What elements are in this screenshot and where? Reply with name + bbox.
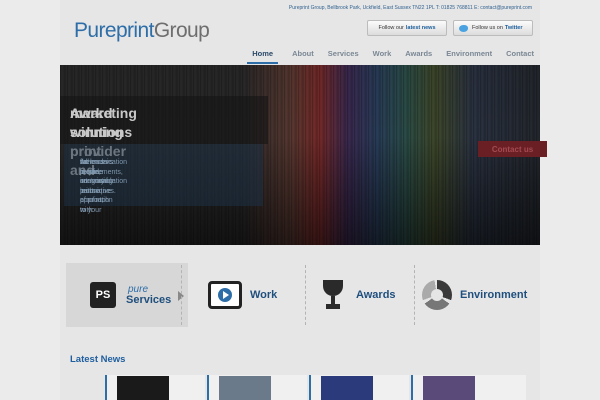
nav-home[interactable]: Home: [247, 49, 279, 64]
nav-awards[interactable]: Awards: [405, 49, 432, 64]
trophy-base: [326, 304, 340, 309]
twitter-button[interactable]: Follow us on Twitter: [453, 20, 533, 36]
twitter-bird-icon: [459, 24, 468, 32]
latest-news-heading: Latest News: [70, 354, 126, 365]
contact-us-button[interactable]: Contact us: [478, 141, 547, 157]
feature-services-label: pure Services: [126, 284, 171, 306]
feature-environment-label: Environment: [460, 289, 528, 301]
feature-awards-label: Awards: [356, 289, 396, 301]
nav-about[interactable]: About: [292, 49, 314, 64]
twitter-prefix: Follow us on: [472, 25, 503, 31]
trophy-stem: [331, 296, 335, 304]
hero-copy-line: full cross-media communication technique…: [80, 159, 128, 195]
hero-banner: Award winning print and marketing soluti…: [60, 65, 540, 245]
pure-services-icon: PS: [90, 282, 116, 308]
feature-divider: [181, 265, 182, 325]
nav-work[interactable]: Work: [373, 49, 392, 64]
twitter-bold: Twitter: [504, 25, 523, 31]
video-screen-icon: [208, 281, 242, 309]
news-item[interactable]: [105, 375, 205, 400]
news-item[interactable]: [207, 375, 307, 400]
feature-services[interactable]: PS pure Services: [66, 263, 188, 327]
feature-services-text: Services: [126, 294, 172, 306]
news-thumbnail: [117, 376, 169, 400]
nav-environment[interactable]: Environment: [446, 49, 492, 64]
nav-contact[interactable]: Contact: [506, 49, 534, 64]
feature-awards[interactable]: Awards: [318, 263, 418, 327]
latest-news-bold: latest news: [405, 25, 436, 31]
logo-secondary: Group: [153, 19, 210, 42]
page: PureprintGroup Pureprint Group, Bellbroo…: [60, 0, 547, 400]
play-icon: [218, 288, 232, 302]
hero-title-box: Award winning print and marketing soluti…: [60, 96, 268, 178]
feature-work-label: Work: [250, 289, 278, 301]
news-item[interactable]: [309, 375, 409, 400]
logo[interactable]: PureprintGroup: [74, 19, 210, 43]
feature-strip: PS pure Services Work Awards Environment: [60, 263, 540, 327]
hero-copy-box: As leaders in sustainable print producti…: [64, 144, 263, 214]
feature-divider: [305, 265, 306, 325]
feature-divider: [414, 265, 415, 325]
recycle-icon: [422, 280, 452, 310]
nav-services[interactable]: Services: [328, 49, 359, 64]
feature-environment[interactable]: Environment: [422, 263, 540, 327]
main-nav: Home About Services Work Awards Environm…: [233, 49, 534, 64]
news-thumbnail: [423, 376, 475, 400]
logo-primary: Pureprint: [74, 19, 154, 42]
news-thumbnail: [219, 376, 271, 400]
feature-work[interactable]: Work: [208, 263, 318, 327]
latest-news-button[interactable]: Follow our latest news: [367, 20, 447, 36]
trophy-cup: [323, 280, 343, 296]
latest-news-prefix: Follow our: [378, 25, 404, 31]
contact-address: Pureprint Group, Bellbrook Park, Uckfiel…: [288, 5, 532, 11]
news-thumbnail: [321, 376, 373, 400]
trophy-icon: [318, 280, 348, 310]
news-item[interactable]: [411, 375, 526, 400]
